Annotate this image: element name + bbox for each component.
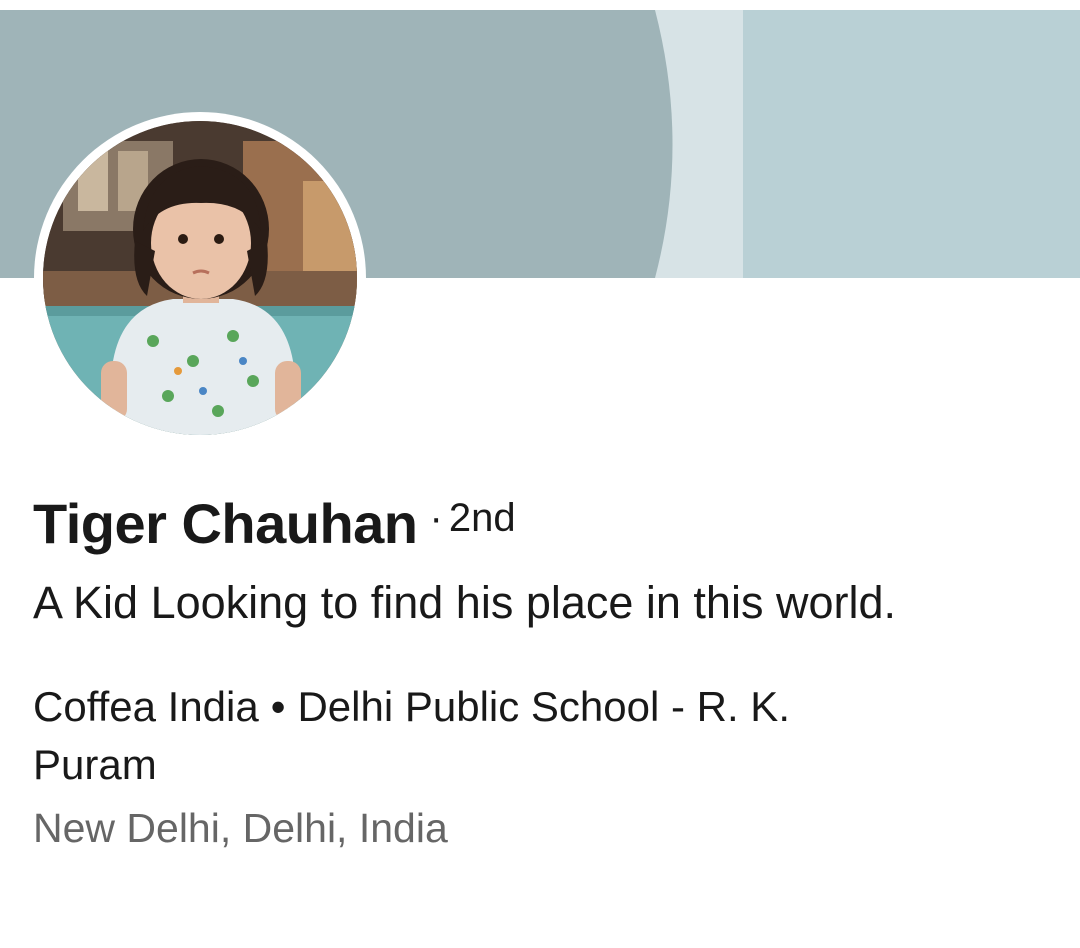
company-name[interactable]: Coffea India — [33, 683, 259, 730]
avatar-illustration — [43, 121, 357, 435]
org-separator: • — [270, 683, 286, 730]
status-strip — [0, 0, 1080, 10]
profile-page: Tiger Chauhan · 2nd A Kid Looking to find… — [0, 0, 1080, 948]
connection-degree: · 2nd — [430, 487, 516, 549]
profile-info: Tiger Chauhan · 2nd A Kid Looking to find… — [33, 487, 1033, 856]
profile-avatar[interactable] — [34, 112, 366, 444]
name-row: Tiger Chauhan · 2nd — [33, 487, 1033, 561]
profile-headline: A Kid Looking to find his place in this … — [33, 577, 896, 628]
profile-location: New Delhi, Delhi, India — [33, 805, 448, 851]
degree-separator: · — [429, 496, 443, 540]
degree-label: 2nd — [448, 496, 516, 540]
avatar-photo — [43, 121, 357, 435]
profile-organizations[interactable]: Coffea India • Delhi Public School - R. K.… — [33, 678, 913, 794]
profile-name: Tiger Chauhan — [33, 492, 418, 555]
